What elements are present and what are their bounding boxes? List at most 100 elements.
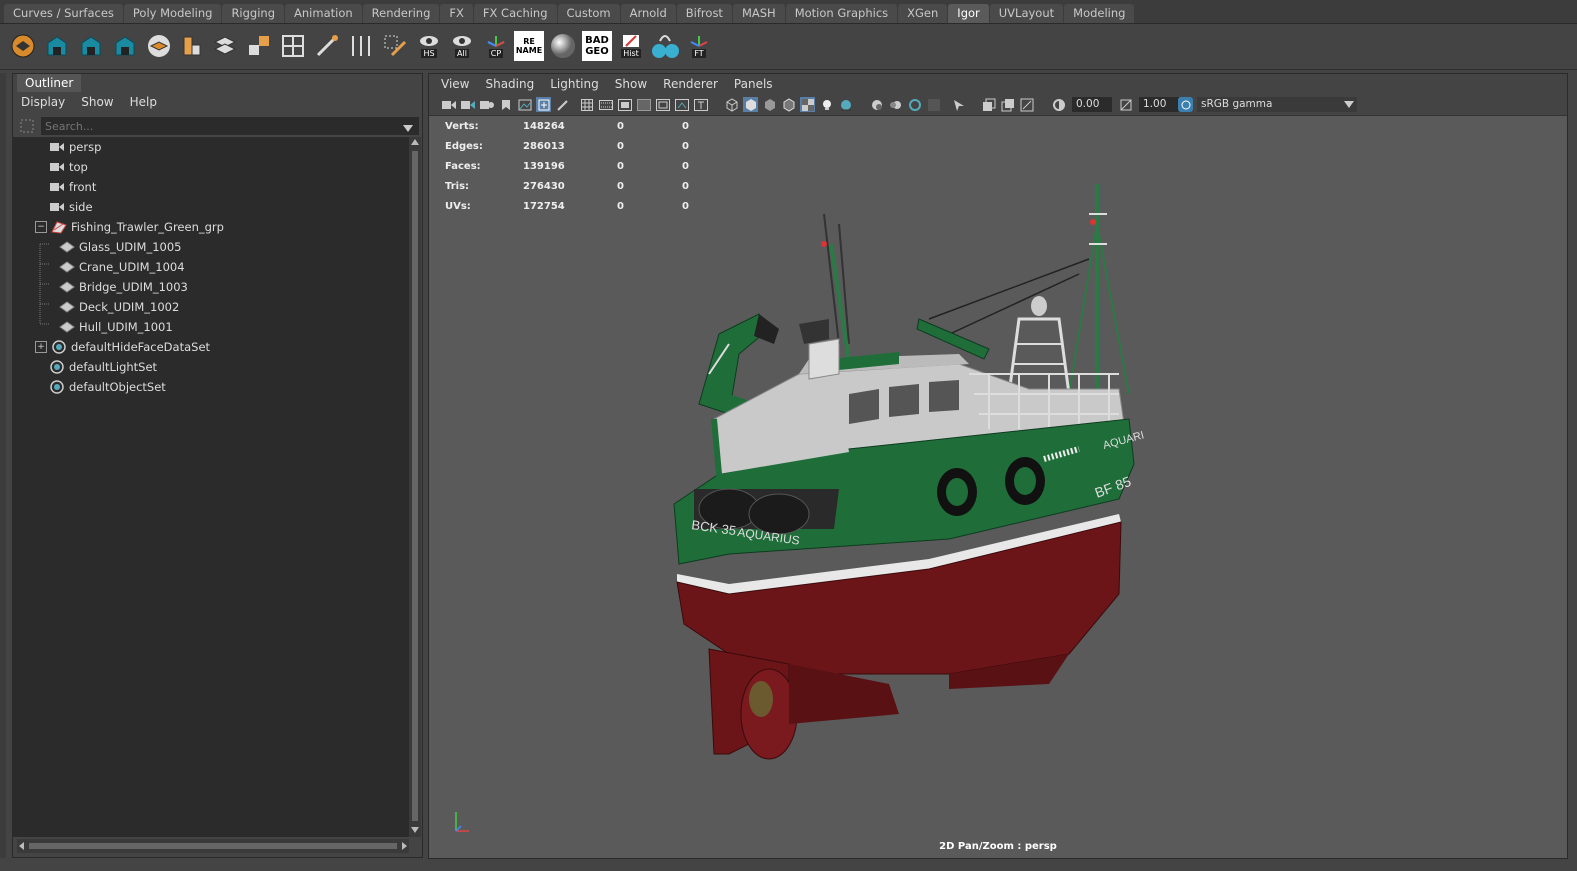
gamma-field[interactable]: 1.00 xyxy=(1139,97,1179,112)
color-space-select[interactable]: sRGB gamma xyxy=(1197,97,1357,112)
camera-attributes-icon[interactable] xyxy=(460,97,475,112)
tree-item-bridge[interactable]: Bridge_UDIM_1003 xyxy=(59,277,188,297)
field-chart-icon[interactable] xyxy=(655,97,670,112)
shelf-tab-uvlayout[interactable]: UVLayout xyxy=(989,4,1064,23)
shelf-tab-mash[interactable]: MASH xyxy=(732,4,785,23)
shelf-pen-icon[interactable] xyxy=(312,31,342,61)
shelf-tab-motion-graphics[interactable]: Motion Graphics xyxy=(785,4,898,23)
viewport-panel[interactable]: View Shading Lighting Show Renderer Pane… xyxy=(428,73,1568,859)
shelf-tab-arnold[interactable]: Arnold xyxy=(620,4,676,23)
xray-icon[interactable] xyxy=(981,97,996,112)
tree-item-side[interactable]: side xyxy=(49,197,93,217)
gamma-icon[interactable] xyxy=(1118,97,1133,112)
tree-item-deck[interactable]: Deck_UDIM_1002 xyxy=(59,297,179,317)
menu-shading[interactable]: Shading xyxy=(477,74,542,94)
color-management-icon[interactable] xyxy=(1178,97,1193,112)
isolate-select-icon[interactable] xyxy=(951,97,966,112)
menu-renderer[interactable]: Renderer xyxy=(655,74,726,94)
shelf-tab-xgen[interactable]: XGen xyxy=(898,4,948,23)
expand-icon[interactable]: + xyxy=(35,341,47,353)
tree-item-top[interactable]: top xyxy=(49,157,88,177)
shelf-brush-icon[interactable] xyxy=(380,31,410,61)
wireframe-icon[interactable] xyxy=(724,97,739,112)
motion-blur-icon[interactable] xyxy=(888,97,903,112)
shelf-box-icon[interactable] xyxy=(176,31,206,61)
menu-show[interactable]: Show xyxy=(73,93,121,113)
shelf-tab-bifrost[interactable]: Bifrost xyxy=(676,4,732,23)
gate-mask-icon[interactable] xyxy=(636,97,651,112)
image-plane-icon[interactable] xyxy=(517,97,532,112)
collapse-icon[interactable]: − xyxy=(35,221,47,233)
outliner-vertical-scrollbar[interactable] xyxy=(409,137,421,837)
chevron-down-icon[interactable] xyxy=(1341,97,1356,112)
tree-item-light-set[interactable]: defaultLightSet xyxy=(49,357,157,377)
smooth-shade-icon[interactable] xyxy=(743,97,758,112)
shelf-all-button[interactable]: All xyxy=(447,31,477,61)
outliner-horizontal-scrollbar[interactable] xyxy=(17,839,409,853)
film-gate-icon[interactable] xyxy=(598,97,613,112)
safe-title-icon[interactable] xyxy=(693,97,708,112)
shelf-badgeo-button[interactable]: BAD GEO xyxy=(582,31,612,61)
shelf-tab-rendering[interactable]: Rendering xyxy=(362,4,440,23)
multisample-aa-icon[interactable] xyxy=(907,97,922,112)
screen-space-ao-icon[interactable] xyxy=(869,97,884,112)
grid-toggle-icon[interactable] xyxy=(579,97,594,112)
chevron-down-icon[interactable] xyxy=(403,122,413,136)
shelf-tab-poly-modeling[interactable]: Poly Modeling xyxy=(123,4,222,23)
shelf-cp-button[interactable]: CP xyxy=(481,31,511,61)
shelf-stack-icon[interactable] xyxy=(210,31,240,61)
tree-item-hide-face-set[interactable]: + defaultHideFaceDataSet xyxy=(35,337,210,357)
tree-item-crane[interactable]: Crane_UDIM_1004 xyxy=(59,257,185,277)
shelf-spheres-icon[interactable] xyxy=(650,31,680,61)
shelf-tab-custom[interactable]: Custom xyxy=(557,4,620,23)
bookmark-icon[interactable] xyxy=(498,97,513,112)
shelf-tab-curves[interactable]: Curves / Surfaces xyxy=(4,4,123,23)
shelf-blocks-icon[interactable] xyxy=(244,31,274,61)
tree-item-glass[interactable]: Glass_UDIM_1005 xyxy=(59,237,182,257)
menu-lighting[interactable]: Lighting xyxy=(542,74,607,94)
shelf-hs-button[interactable]: HS xyxy=(414,31,444,61)
shadows-icon[interactable] xyxy=(838,97,853,112)
exposure-field[interactable]: 0.00 xyxy=(1072,97,1112,112)
xray-active-icon[interactable] xyxy=(1000,97,1015,112)
tree-item-hull[interactable]: Hull_UDIM_1001 xyxy=(59,317,173,337)
tree-item-front[interactable]: front xyxy=(49,177,96,197)
tree-item-persp[interactable]: persp xyxy=(49,137,101,157)
use-all-lights-icon[interactable] xyxy=(819,97,834,112)
shelf-tab-fx[interactable]: FX xyxy=(440,4,473,23)
shelf-rename-button[interactable]: RE NAME xyxy=(514,31,544,61)
grease-pencil-icon[interactable] xyxy=(555,97,570,112)
resolution-gate-icon[interactable] xyxy=(617,97,632,112)
shelf-layers-icon[interactable] xyxy=(144,31,174,61)
2d-pan-zoom-icon[interactable] xyxy=(536,97,551,112)
menu-help[interactable]: Help xyxy=(122,93,165,113)
shelf-grid-icon[interactable] xyxy=(278,31,308,61)
shelf-house-2-icon[interactable] xyxy=(76,31,106,61)
shelf-tab-modeling[interactable]: Modeling xyxy=(1064,4,1135,23)
bookmark-camera-icon[interactable] xyxy=(479,97,494,112)
exposure-icon[interactable] xyxy=(1051,97,1066,112)
shelf-sphere-icon[interactable] xyxy=(548,31,578,61)
outliner-tab[interactable]: Outliner xyxy=(17,74,82,92)
depth-of-field-icon[interactable] xyxy=(926,97,941,112)
menu-panels[interactable]: Panels xyxy=(726,74,781,94)
menu-show[interactable]: Show xyxy=(607,74,655,94)
shelf-orange-sphere-icon[interactable] xyxy=(8,31,38,61)
shelf-hist-button[interactable]: Hist xyxy=(616,31,646,61)
menu-display[interactable]: Display xyxy=(13,93,73,113)
select-camera-icon[interactable] xyxy=(441,97,456,112)
shelf-tab-fx-caching[interactable]: FX Caching xyxy=(473,4,557,23)
wireframe-on-shaded-icon[interactable] xyxy=(781,97,796,112)
shelf-house-3-icon[interactable] xyxy=(110,31,140,61)
safe-action-icon[interactable] xyxy=(674,97,689,112)
shelf-columns-icon[interactable] xyxy=(346,31,376,61)
filter-icon[interactable] xyxy=(19,118,35,137)
shelf-ft-button[interactable]: FT xyxy=(684,31,714,61)
shelf-tab-rigging[interactable]: Rigging xyxy=(222,4,285,23)
tree-item-object-set[interactable]: defaultObjectSet xyxy=(49,377,166,397)
menu-view[interactable]: View xyxy=(433,74,477,94)
search-input[interactable] xyxy=(41,117,419,135)
textured-icon[interactable] xyxy=(800,97,815,112)
tree-item-trawler-group[interactable]: − Fishing_Trawler_Green_grp xyxy=(35,217,224,237)
default-material-icon[interactable] xyxy=(762,97,777,112)
